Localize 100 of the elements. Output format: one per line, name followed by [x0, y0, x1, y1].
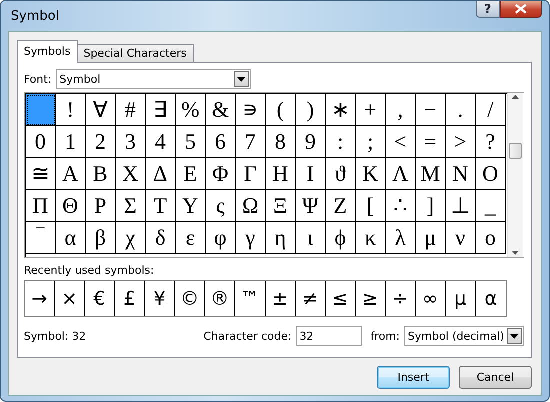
symbol-cell[interactable]: Α: [56, 158, 86, 190]
help-button[interactable]: ?: [476, 1, 500, 18]
symbol-cell[interactable]: ,: [386, 94, 416, 126]
symbol-cell[interactable]: γ: [236, 222, 266, 254]
symbol-cell[interactable]: Φ: [206, 158, 236, 190]
symbol-cell[interactable]: Ι: [296, 158, 326, 190]
symbol-cell[interactable]: Ρ: [86, 190, 116, 222]
symbol-cell[interactable]: 5: [176, 126, 206, 158]
symbol-cell[interactable]: 7: [236, 126, 266, 158]
symbol-cell[interactable]: μ: [416, 222, 446, 254]
insert-button[interactable]: Insert: [377, 366, 450, 389]
symbol-cell[interactable]: Υ: [176, 190, 206, 222]
symbol-cell[interactable]: >: [446, 126, 476, 158]
symbol-cell[interactable]: Δ: [146, 158, 176, 190]
symbol-cell[interactable]: Ζ: [326, 190, 356, 222]
symbol-cell[interactable]: Ε: [176, 158, 206, 190]
symbol-cell[interactable]: <: [386, 126, 416, 158]
symbol-cell[interactable]: Η: [266, 158, 296, 190]
symbol-cell[interactable]: ]: [416, 190, 446, 222]
symbol-cell[interactable]: ν: [446, 222, 476, 254]
symbol-cell[interactable]: %: [176, 94, 206, 126]
symbol-cell[interactable]: ∀: [86, 94, 116, 126]
tab[interactable]: Symbols: [17, 40, 78, 63]
recent-symbol[interactable]: α: [476, 281, 506, 316]
symbol-cell[interactable]: Γ: [236, 158, 266, 190]
symbol-cell[interactable]: ∃: [146, 94, 176, 126]
symbol-cell[interactable]: 0: [26, 126, 56, 158]
symbol-cell[interactable]: ∗: [326, 94, 356, 126]
symbol-cell[interactable]: !: [56, 94, 86, 126]
symbol-cell[interactable]: Ο: [476, 158, 506, 190]
scroll-thumb[interactable]: [509, 143, 522, 159]
symbol-cell[interactable]: δ: [146, 222, 176, 254]
from-dropdown[interactable]: Symbol (decimal): [404, 326, 524, 346]
symbol-cell[interactable]: −: [416, 94, 446, 126]
symbol-cell[interactable]: ≅: [26, 158, 56, 190]
symbol-cell[interactable]: ): [296, 94, 326, 126]
symbol-cell[interactable]: Π: [26, 190, 56, 222]
symbol-cell[interactable]: [: [356, 190, 386, 222]
symbol-cell[interactable]: #: [116, 94, 146, 126]
symbol-cell[interactable]: ϕ: [326, 222, 356, 254]
symbol-cell[interactable]: ε: [176, 222, 206, 254]
symbol-cell[interactable]: ∍: [236, 94, 266, 126]
symbol-cell[interactable]: [26, 94, 56, 126]
symbol-cell[interactable]: 2: [86, 126, 116, 158]
symbol-cell[interactable]: κ: [356, 222, 386, 254]
symbol-cell[interactable]: .: [446, 94, 476, 126]
symbol-cell[interactable]: α: [56, 222, 86, 254]
symbol-cell[interactable]: 8: [266, 126, 296, 158]
symbol-cell[interactable]: Τ: [146, 190, 176, 222]
symbol-cell[interactable]: ?: [476, 126, 506, 158]
symbol-cell[interactable]: &: [206, 94, 236, 126]
symbol-cell[interactable]: ‾: [26, 222, 56, 254]
symbol-cell[interactable]: η: [266, 222, 296, 254]
symbol-cell[interactable]: 9: [296, 126, 326, 158]
symbol-cell[interactable]: _: [476, 190, 506, 222]
caret-icon: [510, 334, 519, 338]
font-dropdown[interactable]: Symbol: [56, 69, 251, 89]
symbol-cell[interactable]: Χ: [116, 158, 146, 190]
symbol-cell[interactable]: Β: [86, 158, 116, 190]
cancel-button[interactable]: Cancel: [459, 366, 532, 389]
symbol-cell[interactable]: ;: [356, 126, 386, 158]
symbol-cell[interactable]: ⊥: [446, 190, 476, 222]
scroll-down-icon[interactable]: [512, 251, 519, 255]
symbol-cell[interactable]: β: [86, 222, 116, 254]
symbol-cell[interactable]: Ξ: [266, 190, 296, 222]
symbol-cell[interactable]: ς: [206, 190, 236, 222]
symbol-cell[interactable]: Ω: [236, 190, 266, 222]
symbol-cell[interactable]: Λ: [386, 158, 416, 190]
symbol-cell[interactable]: Σ: [116, 190, 146, 222]
scrollbar[interactable]: [507, 93, 523, 257]
symbol-cell[interactable]: ϑ: [326, 158, 356, 190]
symbol-cell[interactable]: ο: [476, 222, 506, 254]
symbol-cell[interactable]: 1: [56, 126, 86, 158]
symbol-cell[interactable]: χ: [116, 222, 146, 254]
close-button[interactable]: [500, 1, 542, 18]
symbol-cell[interactable]: Ψ: [296, 190, 326, 222]
symbol-cell[interactable]: Θ: [56, 190, 86, 222]
symbol-cell[interactable]: φ: [206, 222, 236, 254]
symbol-cell[interactable]: ι: [296, 222, 326, 254]
recent-label: Recently used symbols:: [24, 264, 156, 277]
symbol-cell[interactable]: Ν: [446, 158, 476, 190]
symbol-cell[interactable]: 6: [206, 126, 236, 158]
from-label: from:: [370, 330, 400, 342]
character-code-field[interactable]: 32: [296, 326, 362, 346]
font-label: Font:: [24, 72, 52, 86]
symbol-cell[interactable]: (: [266, 94, 296, 126]
tab[interactable]: Special Characters: [76, 44, 194, 62]
symbol-cell[interactable]: 3: [116, 126, 146, 158]
symbol-cell[interactable]: :: [326, 126, 356, 158]
symbol-cell[interactable]: 4: [146, 126, 176, 158]
symbol-cell[interactable]: λ: [386, 222, 416, 254]
symbol-cell[interactable]: +: [356, 94, 386, 126]
dropdown-button[interactable]: [507, 328, 522, 344]
symbol-cell[interactable]: Μ: [416, 158, 446, 190]
symbol-cell[interactable]: ∴: [386, 190, 416, 222]
dropdown-button[interactable]: [234, 71, 249, 87]
symbol-cell[interactable]: =: [416, 126, 446, 158]
scroll-up-icon[interactable]: [512, 95, 519, 99]
symbol-cell[interactable]: /: [476, 94, 506, 126]
symbol-cell[interactable]: Κ: [356, 158, 386, 190]
